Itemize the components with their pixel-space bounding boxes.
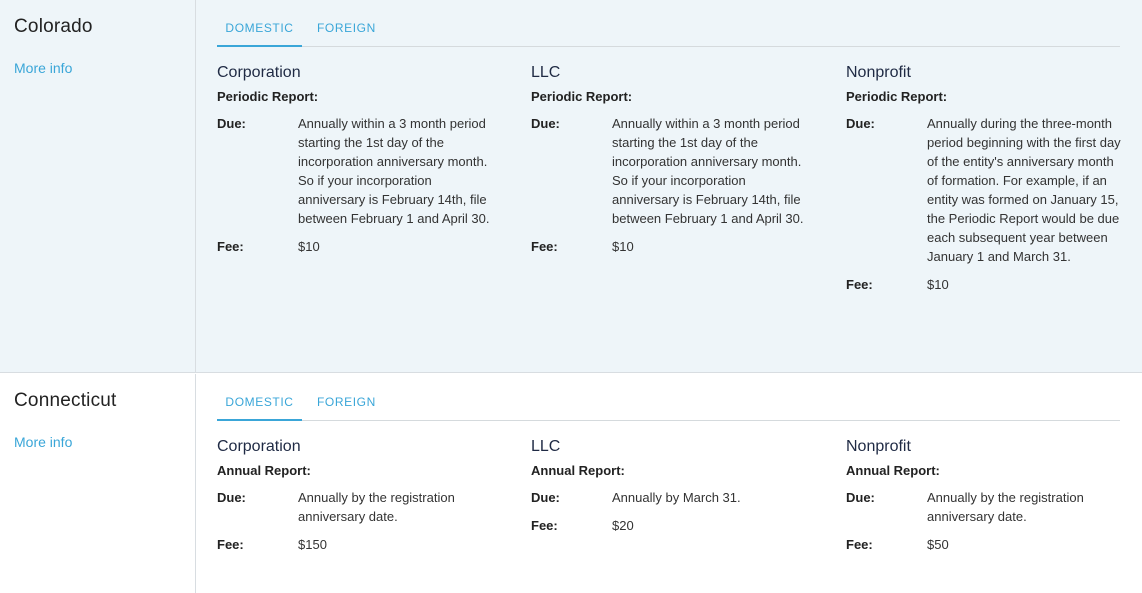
fee-label: Fee: [217,239,244,254]
tab-foreign[interactable]: FOREIGN [317,388,375,419]
tab-domestic[interactable]: DOMESTIC [217,14,302,47]
fee-label: Fee: [217,537,244,552]
fee-value: $10 [298,239,320,254]
fee-row: Fee: $10 [846,275,1136,294]
due-row: Due: Annually by March 31. [531,488,821,507]
due-label: Due: [846,116,875,131]
entity-title: Corporation [217,438,301,455]
state-name: Connecticut [14,390,117,411]
fee-value: $10 [927,277,949,292]
due-label: Due: [531,116,560,131]
entity-nonprofit: Nonprofit Annual Report: Due: Annually b… [846,438,1136,563]
state-section-colorado: Colorado More info DOMESTIC FOREIGN Corp… [0,0,1142,373]
due-value: Annually by the registration anniversary… [927,490,1084,524]
due-row: Due: Annually by the registration annive… [846,488,1136,526]
entity-llc: LLC Annual Report: Due: Annually by Marc… [531,438,821,544]
state-details: DOMESTIC FOREIGN Corporation Periodic Re… [197,0,1142,372]
fee-label: Fee: [846,277,873,292]
due-row: Due: Annually by the registration annive… [217,488,507,526]
fee-label: Fee: [531,239,558,254]
due-label: Due: [531,490,560,505]
tab-domestic[interactable]: DOMESTIC [217,388,302,421]
entity-title: LLC [531,64,561,81]
entity-type-tabs: DOMESTIC FOREIGN [217,388,1120,421]
report-title: Periodic Report: [217,89,319,104]
report-title: Annual Report: [217,463,311,478]
fee-value: $50 [927,537,949,552]
fee-row: Fee: $10 [531,237,821,256]
fee-label: Fee: [846,537,873,552]
report-title: Annual Report: [531,463,625,478]
entity-llc: LLC Periodic Report: Due: Annually withi… [531,64,821,265]
fee-row: Fee: $150 [217,535,507,554]
entity-title: Nonprofit [846,438,911,455]
due-label: Due: [217,116,246,131]
state-name: Colorado [14,16,93,37]
due-value: Annually within a 3 month period startin… [298,116,490,226]
fee-row: Fee: $20 [531,516,821,535]
tab-foreign[interactable]: FOREIGN [317,14,375,45]
due-label: Due: [217,490,246,505]
fee-value: $10 [612,239,634,254]
entity-title: Nonprofit [846,64,911,81]
state-details: DOMESTIC FOREIGN Corporation Annual Repo… [197,374,1142,593]
due-label: Due: [846,490,875,505]
due-value: Annually by the registration anniversary… [298,490,455,524]
report-title: Periodic Report: [531,89,633,104]
state-section-connecticut: Connecticut More info DOMESTIC FOREIGN C… [0,374,1142,593]
due-row: Due: Annually within a 3 month period st… [217,114,507,228]
entity-type-tabs: DOMESTIC FOREIGN [217,14,1120,47]
more-info-link[interactable]: More info [14,60,72,76]
report-title: Annual Report: [846,463,940,478]
due-value: Annually by March 31. [612,490,741,505]
state-sidebar: Colorado More info [0,0,196,372]
entity-title: Corporation [217,64,301,81]
entity-nonprofit: Nonprofit Periodic Report: Due: Annually… [846,64,1136,303]
state-sidebar: Connecticut More info [0,374,196,593]
fee-row: Fee: $10 [217,237,507,256]
more-info-link[interactable]: More info [14,434,72,450]
entity-title: LLC [531,438,561,455]
due-row: Due: Annually during the three-month per… [846,114,1136,266]
entity-corporation: Corporation Annual Report: Due: Annually… [217,438,507,563]
report-title: Periodic Report: [846,89,948,104]
fee-value: $150 [298,537,327,552]
due-row: Due: Annually within a 3 month period st… [531,114,821,228]
fee-value: $20 [612,518,634,533]
entity-corporation: Corporation Periodic Report: Due: Annual… [217,64,507,265]
fee-label: Fee: [531,518,558,533]
due-value: Annually during the three-month period b… [927,116,1121,264]
due-value: Annually within a 3 month period startin… [612,116,804,226]
fee-row: Fee: $50 [846,535,1136,554]
